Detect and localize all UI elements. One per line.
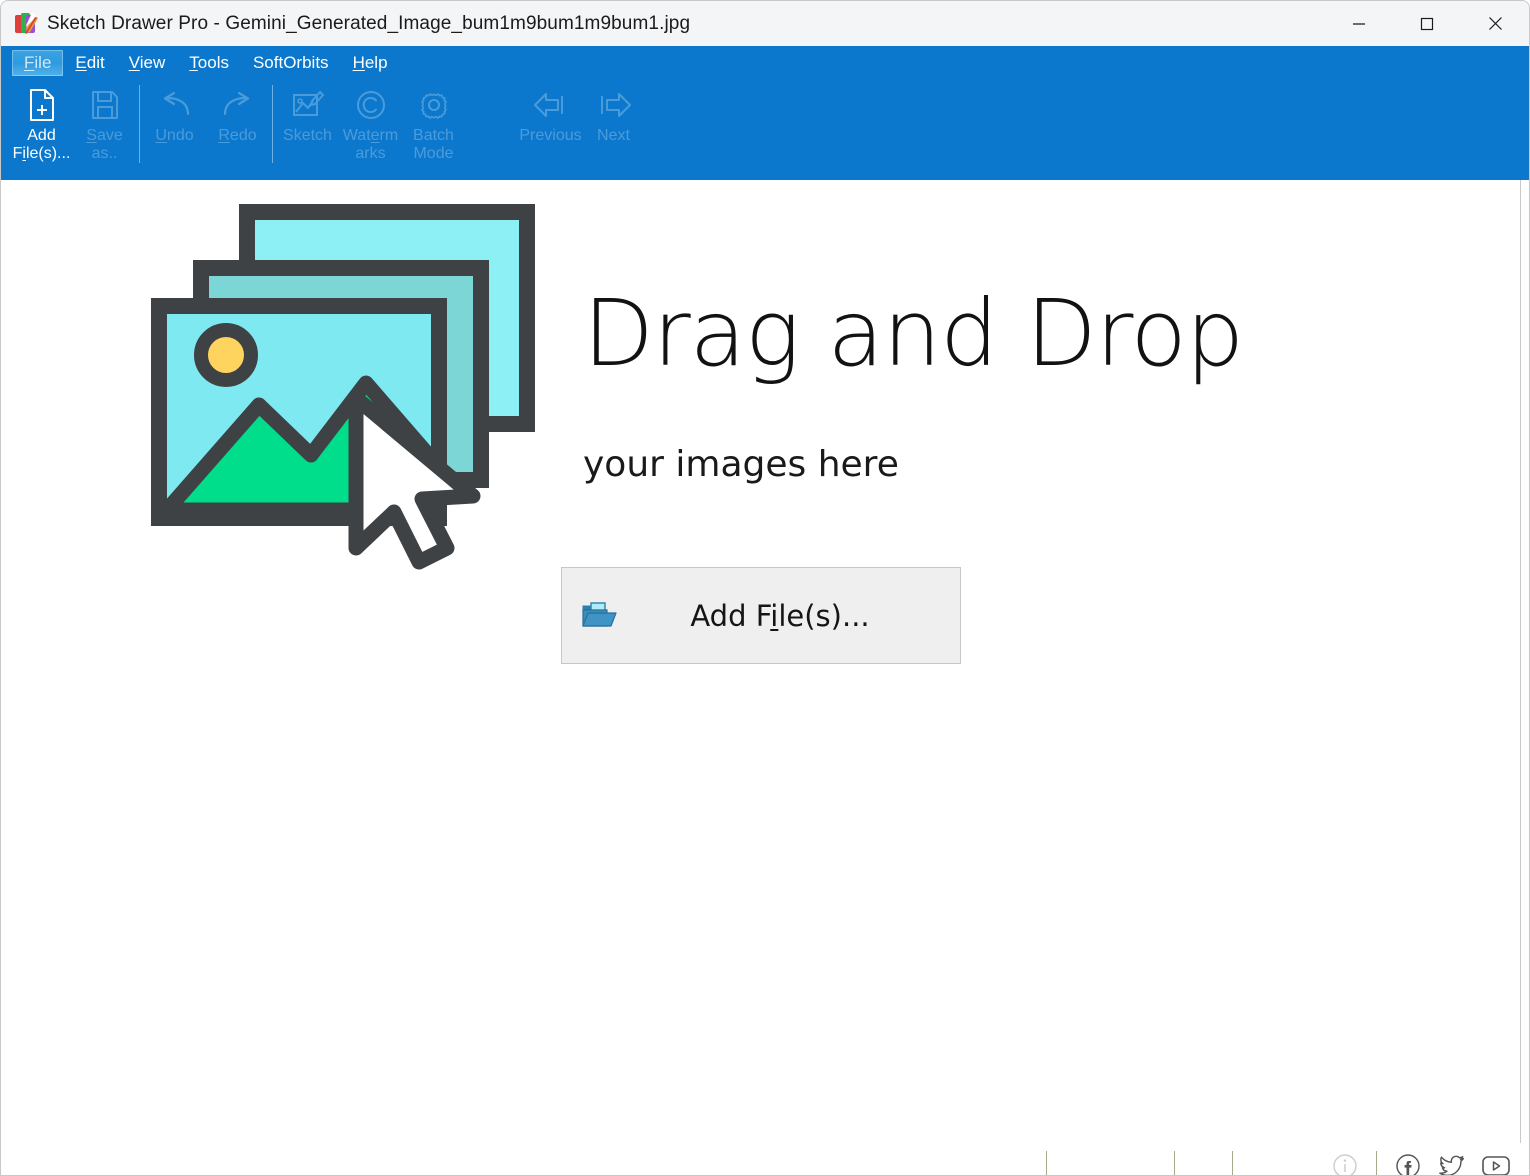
gear-icon	[418, 86, 450, 124]
minimize-icon	[1353, 22, 1365, 25]
menu-item-view[interactable]: View	[117, 50, 178, 76]
arrow-left-icon	[532, 86, 570, 124]
toolbar-label-redo: Redo	[218, 127, 257, 144]
toolbar-label-undo: Undo	[155, 127, 194, 144]
toolbar-button-watermarks[interactable]: Watermarks	[339, 79, 402, 171]
menu-item-softorbits[interactable]: SoftOrbits	[241, 50, 341, 76]
toolbar-label-previous: Previous	[519, 127, 582, 144]
status-separator-4	[1376, 1151, 1377, 1175]
toolbar-button-next[interactable]: Next	[582, 79, 645, 171]
close-button[interactable]	[1461, 1, 1529, 46]
sketch-icon	[291, 86, 325, 124]
facebook-icon	[1396, 1154, 1420, 1175]
add-files-button[interactable]: Add File(s)...	[561, 567, 961, 664]
status-separator-2	[1174, 1151, 1175, 1175]
drop-area[interactable]: Drag and Drop your images here Add File(…	[1, 180, 1529, 1143]
toolbar-label-add-files: Add File(s)...	[12, 127, 71, 163]
close-icon	[1488, 17, 1502, 30]
menu-item-help[interactable]: Help	[341, 50, 400, 76]
folder-open-icon	[582, 601, 617, 627]
application-window: Sketch Drawer Pro - Gemini_Generated_Ima…	[0, 0, 1530, 1176]
redo-icon	[221, 86, 255, 124]
twitter-icon	[1438, 1155, 1464, 1175]
toolbar-label-next: Next	[597, 127, 630, 144]
status-separator-1	[1046, 1151, 1047, 1175]
toolbar-button-add-files[interactable]: Add File(s)...	[10, 79, 73, 171]
info-button[interactable]	[1330, 1151, 1360, 1175]
youtube-button[interactable]	[1481, 1151, 1511, 1175]
youtube-icon	[1482, 1156, 1510, 1175]
maximize-button[interactable]	[1393, 1, 1461, 46]
page-title: Drag and Drop	[583, 280, 1244, 387]
content-right-border	[1520, 180, 1521, 1143]
toolbar-button-undo[interactable]: Undo	[143, 79, 206, 171]
toolbar-separator-2	[272, 85, 273, 163]
info-icon	[1333, 1154, 1357, 1175]
toolbar-label-sketch: Sketch	[283, 127, 332, 144]
twitter-button[interactable]	[1437, 1151, 1467, 1175]
menu-item-tools[interactable]: Tools	[177, 50, 241, 76]
toolbar-button-previous[interactable]: Previous	[519, 79, 582, 171]
status-icon-group	[1330, 1151, 1511, 1175]
add-files-button-label: Add File(s)...	[690, 598, 870, 633]
title-bar: Sketch Drawer Pro - Gemini_Generated_Ima…	[1, 1, 1529, 46]
status-bar	[1, 1143, 1529, 1175]
window-title: Sketch Drawer Pro - Gemini_Generated_Ima…	[47, 12, 691, 34]
menu-bar: File Edit View Tools SoftOrbits Help	[1, 46, 1529, 79]
add-file-icon	[27, 86, 57, 124]
toolbar-separator-1	[139, 85, 140, 163]
facebook-button[interactable]	[1393, 1151, 1423, 1175]
menu-item-file[interactable]: File	[12, 49, 64, 76]
toolbar-button-save-as[interactable]: Save as..	[73, 79, 136, 171]
toolbar: Add File(s)... Save as.. Undo Redo Sketc…	[1, 79, 1529, 180]
save-icon	[90, 86, 120, 124]
toolbar-button-batch-mode[interactable]: Batch Mode	[402, 79, 465, 171]
toolbar-label-save-as: Save as..	[86, 127, 123, 163]
maximize-icon	[1420, 17, 1434, 30]
page-subtitle: your images here	[583, 444, 899, 485]
stacked-photos-with-cursor-icon	[151, 204, 535, 570]
toolbar-label-batch-mode: Batch Mode	[413, 127, 454, 163]
copyright-icon	[355, 86, 387, 124]
toolbar-button-sketch[interactable]: Sketch	[276, 79, 339, 171]
window-controls	[1325, 1, 1529, 46]
prompt-text-block: Drag and Drop your images here	[583, 200, 1244, 486]
undo-icon	[158, 86, 192, 124]
toolbar-button-redo[interactable]: Redo	[206, 79, 269, 171]
minimize-button[interactable]	[1325, 1, 1393, 46]
toolbar-label-watermarks: Watermarks	[342, 127, 399, 163]
arrow-right-icon	[595, 86, 633, 124]
menu-item-edit[interactable]: Edit	[63, 50, 116, 76]
status-separator-3	[1232, 1151, 1233, 1175]
sketch-drawer-app-icon	[15, 12, 46, 39]
drag-drop-prompt: Drag and Drop your images here	[151, 200, 1244, 600]
